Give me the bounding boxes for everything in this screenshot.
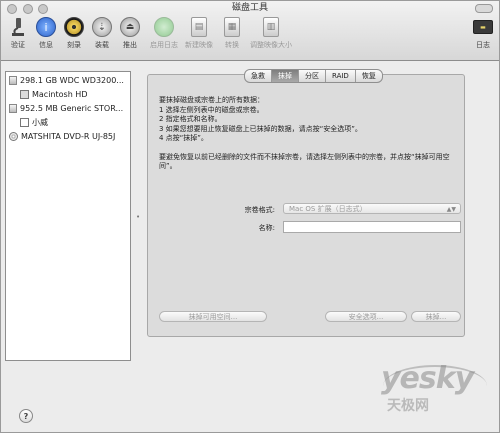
toolbar-toggle-button[interactable] [475, 4, 493, 13]
device-list: 298.1 GB WDC WD3200... Macintosh HD 952.… [5, 71, 131, 361]
log-button[interactable]: ▬ 日志 [471, 17, 495, 57]
resize-image-label: 调整映像大小 [250, 41, 292, 49]
tab-raid[interactable]: RAID [326, 70, 356, 82]
microscope-icon [12, 18, 24, 36]
security-options-button[interactable]: 安全选项... [325, 311, 407, 322]
resize-image-button[interactable]: ▥ 调整映像大小 [247, 17, 295, 57]
volume-icon [20, 90, 29, 99]
select-arrows-icon: ▲▼ [446, 206, 456, 213]
tab-erase[interactable]: 抹掉 [272, 70, 299, 82]
erase-instructions: 要抹掉磁盘或宗卷上的所有数据： 1 选择左侧列表中的磁盘或宗卷。 2 指定格式和… [159, 96, 459, 172]
erase-free-space-button[interactable]: 抹掉可用空间... [159, 311, 267, 322]
sidebar-item-label: 298.1 GB WDC WD3200... [20, 76, 124, 85]
verify-label: 验证 [11, 41, 25, 49]
burn-icon [64, 17, 84, 37]
info-button[interactable]: i 信息 [35, 17, 57, 57]
volume-icon [20, 118, 29, 127]
window-title: 磁盘工具 [231, 3, 268, 13]
watermark: yesky 天极网 [381, 361, 491, 421]
split-view-handle[interactable]: • [136, 213, 140, 221]
burn-label: 刻录 [67, 41, 81, 49]
mount-label: 装载 [95, 41, 109, 49]
info-icon: i [36, 17, 56, 37]
eject-label: 推出 [123, 41, 137, 49]
erase-button[interactable]: 抹掉... [411, 311, 461, 322]
enable-journaling-label: 启用日志 [150, 41, 178, 49]
erase-free-space-note: 要避免恢复以前已经删除的文件而不抹掉宗卷，请选择左侧列表中的宗卷，并点按“抹掉可… [159, 152, 450, 171]
tab-first-aid[interactable]: 急救 [245, 70, 272, 82]
instruction-line: 要抹掉磁盘或宗卷上的所有数据： [159, 96, 264, 104]
sidebar-item-label: MATSHITA DVD-R UJ-85J [21, 132, 116, 141]
tab-partition[interactable]: 分区 [299, 70, 326, 82]
name-label: 名称: [258, 224, 275, 232]
new-image-label: 新建映像 [185, 41, 213, 49]
sidebar-item-volume-xiaowei[interactable]: 小威 [20, 116, 48, 129]
volume-format-value: Mac OS 扩展（日志式） [289, 205, 367, 213]
sidebar-item-volume-macintosh-hd[interactable]: Macintosh HD [20, 88, 87, 101]
instruction-line: 2 指定格式和名称。 [159, 115, 222, 123]
volume-format-select[interactable]: Mac OS 扩展（日志式） ▲▼ [283, 203, 461, 214]
sidebar-item-label: 小威 [32, 118, 48, 127]
toolbar: 磁盘工具 验证 i 信息 刻录 ⇣ 装载 ⏏ 推出 启用日志 ▤ 新建映像 ▦ … [1, 1, 499, 61]
new-image-button[interactable]: ▤ 新建映像 [183, 17, 215, 57]
convert-label: 转换 [225, 41, 239, 49]
enable-journaling-button[interactable]: 启用日志 [147, 17, 181, 57]
convert-icon: ▦ [224, 17, 240, 37]
log-icon: ▬ [473, 20, 493, 34]
usb-disk-icon [9, 104, 17, 113]
eject-button[interactable]: ⏏ 推出 [119, 17, 141, 57]
instruction-line: 4 点按“抹掉”。 [159, 134, 208, 142]
burn-button[interactable]: 刻录 [63, 17, 85, 57]
watermark-subtitle: 天极网 [387, 398, 429, 414]
sidebar-item-disk-generic-storage[interactable]: 952.5 MB Generic STOR... [9, 102, 123, 115]
sidebar-item-label: 952.5 MB Generic STOR... [20, 104, 124, 113]
sidebar-item-dvd-drive[interactable]: MATSHITA DVD-R UJ-85J [9, 130, 115, 143]
tab-restore[interactable]: 恢复 [356, 70, 382, 82]
info-label: 信息 [39, 41, 53, 49]
name-field[interactable] [283, 221, 461, 233]
optical-drive-icon [9, 132, 18, 141]
verify-button[interactable]: 验证 [7, 17, 29, 57]
resize-image-icon: ▥ [263, 17, 279, 37]
enable-journaling-icon [154, 17, 174, 37]
log-label: 日志 [476, 41, 490, 49]
disk-utility-window: 磁盘工具 验证 i 信息 刻录 ⇣ 装载 ⏏ 推出 启用日志 ▤ 新建映像 ▦ … [0, 0, 500, 433]
instruction-line: 1 选择左侧列表中的磁盘或宗卷。 [159, 105, 264, 114]
new-image-icon: ▤ [191, 17, 207, 37]
mount-button[interactable]: ⇣ 装载 [91, 17, 113, 57]
eject-icon: ⏏ [120, 17, 140, 37]
mount-icon: ⇣ [92, 17, 112, 37]
volume-format-label: 宗卷格式: [244, 206, 275, 214]
tab-bar: 急救 抹掉 分区 RAID 恢复 [244, 69, 383, 83]
instruction-line: 3 如果您想要阻止恢复磁盘上已抹掉的数据，请点按“安全选项”。 [159, 124, 362, 133]
watermark-brand: yesky [381, 361, 474, 396]
help-button[interactable]: ? [19, 409, 33, 423]
sidebar-item-disk-wdc[interactable]: 298.1 GB WDC WD3200... [9, 74, 124, 87]
convert-button[interactable]: ▦ 转换 [221, 17, 243, 57]
hard-disk-icon [9, 76, 17, 85]
sidebar-item-label: Macintosh HD [32, 90, 88, 99]
